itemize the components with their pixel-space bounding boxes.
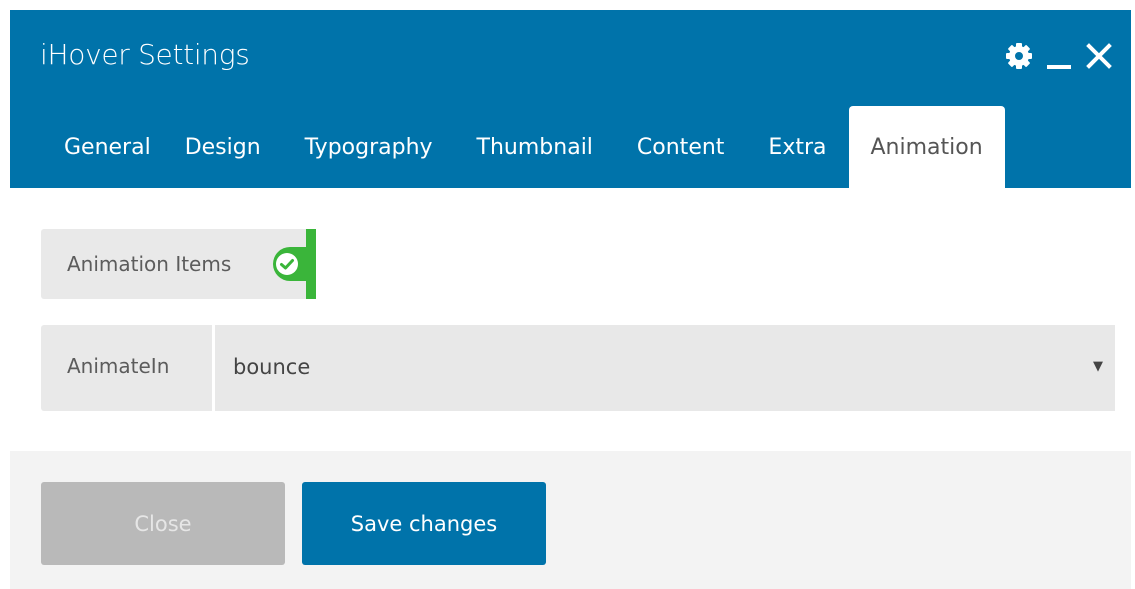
animation-items-label: Animation Items [67,252,232,276]
dialog-footer: Close Save changes [10,451,1131,589]
close-icon [1086,43,1112,69]
tab-bar: General Design Typography Thumbnail Cont… [42,106,1005,188]
chevron-down-icon: ▼ [1093,359,1103,374]
tab-typography[interactable]: Typography [283,106,455,188]
save-changes-button[interactable]: Save changes [302,482,546,565]
tab-design[interactable]: Design [163,106,283,188]
animate-in-select[interactable]: bounce ▼ [212,325,1115,411]
animate-in-label: AnimateIn [67,354,170,378]
tab-content[interactable]: Content [615,106,747,188]
window-controls [999,36,1119,76]
gear-icon [1006,43,1032,69]
dialog-title: iHover Settings [40,38,250,71]
settings-button[interactable] [999,36,1039,76]
dialog-header: iHover Settings General Design Typograph… [10,10,1131,188]
minimize-icon [1047,65,1071,69]
tab-thumbnail[interactable]: Thumbnail [455,106,615,188]
check-icon [276,253,298,275]
tab-general[interactable]: General [42,106,163,188]
animate-in-row: AnimateIn bounce ▼ [41,325,1115,411]
settings-dialog: iHover Settings General Design Typograph… [10,10,1131,589]
minimize-button[interactable] [1039,36,1079,76]
animation-items-row: Animation Items [41,229,316,299]
tab-extra[interactable]: Extra [746,106,848,188]
animation-items-toggle[interactable] [270,229,316,299]
animate-in-value: bounce [233,355,311,379]
close-button[interactable]: Close [41,482,285,565]
close-window-button[interactable] [1079,36,1119,76]
tab-animation[interactable]: Animation [848,106,1005,188]
